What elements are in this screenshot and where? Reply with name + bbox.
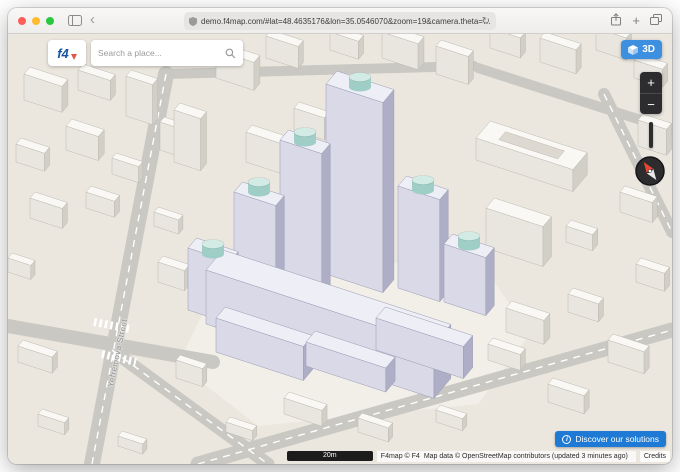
address-bar[interactable]: demo.f4map.com/#lat=48.4635176&lon=35.05… [184,12,496,30]
map-canvas [8,34,672,464]
share-icon[interactable] [610,12,622,29]
zoom-out-button[interactable]: − [640,93,662,114]
osm-attribution-link[interactable]: Map data © OpenStreetMap contributors (u… [424,453,628,460]
refresh-icon[interactable]: ↻ [482,16,490,27]
credits-link[interactable]: Credits [639,450,670,462]
f4map-attribution: F4map © F4 [380,452,420,460]
search-panel: f4 [48,40,243,66]
zoom-control: + − [640,72,662,114]
view-3d-label: 3D [642,44,655,55]
window-controls [18,16,60,25]
sidebar-toggle-icon[interactable] [68,15,82,26]
map-footer: 20m F4map © F4 Map data © OpenStreetMap c… [286,450,670,462]
search-bar[interactable] [91,40,243,66]
discover-solutions-label: Discover our solutions [575,434,659,444]
minimize-window-button[interactable] [32,16,40,25]
browser-toolbar: ‹ demo.f4map.com/#lat=48.4635176&lon=35.… [8,8,672,34]
close-window-button[interactable] [18,16,26,25]
compass-control[interactable] [635,156,665,186]
tilt-slider[interactable] [649,122,653,148]
new-tab-icon[interactable]: + [632,14,640,27]
compass-needle-icon [635,156,665,186]
url-text: demo.f4map.com/#lat=48.4635176&lon=35.05… [201,16,491,26]
scale-bar: 20m [286,451,373,461]
zoom-in-button[interactable]: + [640,72,662,93]
view-3d-toggle[interactable]: 3D [621,40,662,59]
cube-icon [628,44,639,55]
toolbar-actions: + [610,12,662,29]
tab-overview-icon[interactable] [650,13,662,28]
info-circle-icon: i [562,434,572,444]
map-viewport[interactable]: Yefremova Street f4 3D + − [8,34,672,464]
back-button[interactable]: ‹ [90,12,95,27]
logo-pin-icon [70,53,77,60]
f4map-logo[interactable]: f4 [48,40,86,66]
attribution-text: F4map © F4 Map data © OpenStreetMap contr… [376,450,636,462]
logo-text: f4 [57,45,69,61]
search-icon[interactable] [225,48,236,59]
discover-solutions-button[interactable]: i Discover our solutions [555,431,666,447]
browser-window: ‹ demo.f4map.com/#lat=48.4635176&lon=35.… [8,8,672,464]
fullscreen-window-button[interactable] [46,16,54,25]
privacy-shield-icon [189,16,197,26]
search-input[interactable] [98,48,225,58]
